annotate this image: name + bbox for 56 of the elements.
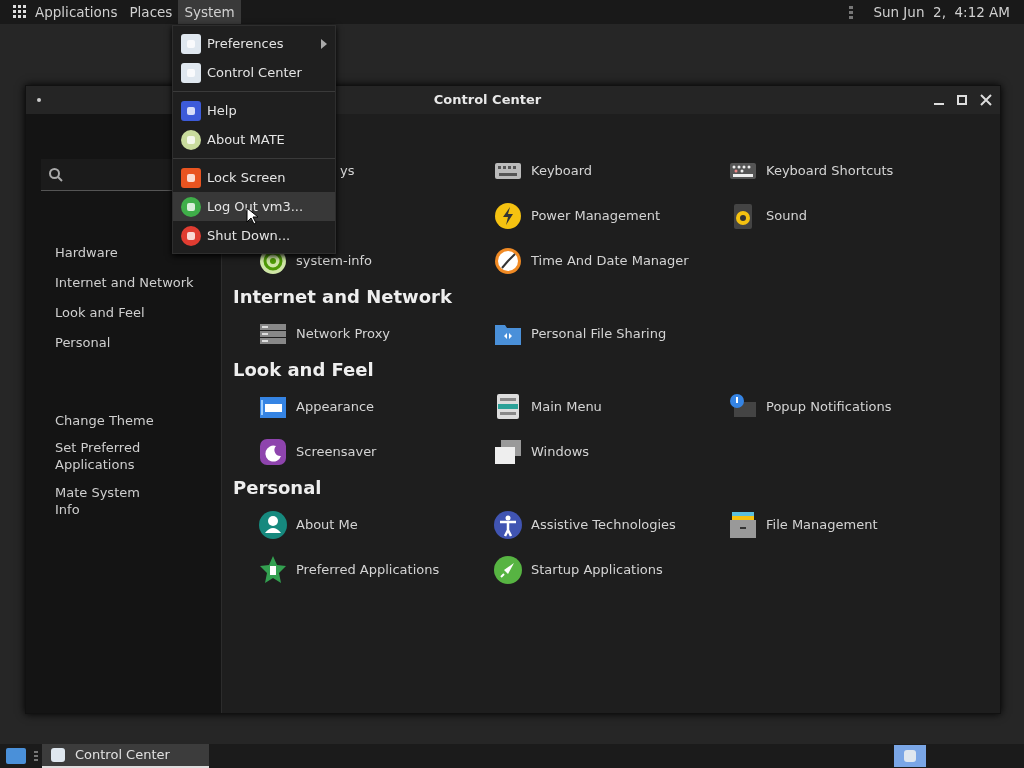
person-icon: [258, 509, 288, 540]
accessibility-icon: [493, 509, 523, 540]
panel-menu[interactable]: System: [178, 0, 241, 24]
sidebar-link[interactable]: Personal: [26, 334, 221, 352]
control-panel-item[interactable]: Sound: [728, 193, 963, 238]
control-panel-item[interactable]: Keyboard: [493, 148, 728, 193]
section-heading: Personal: [233, 476, 323, 500]
sidebar-link[interactable]: Look and Feel: [26, 304, 221, 322]
maximize-icon[interactable]: [957, 95, 967, 105]
taskbar-button[interactable]: Control Center: [42, 744, 209, 768]
control-panel-item[interactable]: Time And Date Manager: [493, 238, 728, 283]
star-icon: [258, 554, 288, 585]
sidebar-link[interactable]: Internet and Network: [26, 274, 221, 292]
control-panel-item[interactable]: Power Management: [493, 193, 728, 238]
lightning-icon: [493, 200, 523, 231]
control-panel-item[interactable]: Network Proxy: [258, 311, 493, 356]
file-cabinet-icon: [728, 509, 758, 540]
sidebar-action[interactable]: Set Preferred Applications: [26, 440, 166, 475]
clock[interactable]: Sun Jun 2, 4:12 AM: [867, 0, 1016, 24]
control-panel-item[interactable]: Preferred Applications: [258, 547, 493, 592]
clock-icon: [493, 245, 523, 276]
apps-grid-icon: [13, 5, 27, 19]
menu-item[interactable]: Preferences: [173, 29, 335, 58]
control-panel-item[interactable]: Personal File Sharing: [493, 311, 728, 356]
handle-icon: [849, 5, 854, 19]
search-icon: [49, 167, 63, 182]
menu-item[interactable]: About MATE: [173, 125, 335, 154]
menu-item[interactable]: Shut Down...: [173, 221, 335, 250]
sidebar-action[interactable]: Mate System Info: [26, 485, 166, 519]
control-panel-item[interactable]: Keyboard Shortcuts: [728, 148, 963, 193]
rocket-icon: [493, 554, 523, 585]
menu-item[interactable]: Control Center: [173, 58, 335, 87]
panel-menu[interactable]: Applications: [31, 0, 124, 24]
window-title: Control Center: [432, 91, 543, 110]
handle-icon: [34, 750, 38, 762]
control-panel-item[interactable]: Startup Applications: [493, 547, 728, 592]
control-panel-item[interactable]: File Management: [728, 502, 963, 547]
control-panel-item[interactable]: Windows: [493, 429, 728, 474]
control-panel-item[interactable]: Appearance: [258, 384, 493, 429]
sidebar-action[interactable]: Change Theme: [26, 412, 166, 430]
panel-menu[interactable]: Places: [123, 0, 179, 24]
menu-item[interactable]: Help: [173, 96, 335, 125]
control-panel-item[interactable]: Popup Notifications: [728, 384, 963, 429]
moon-icon: [258, 436, 288, 467]
close-icon[interactable]: [980, 94, 992, 106]
section-heading: Look and Feel: [233, 358, 375, 382]
show-desktop-icon: [6, 748, 26, 764]
control-panel-item[interactable]: About Me: [258, 502, 493, 547]
menu-item[interactable]: Log Out vm3...: [173, 192, 335, 221]
section-heading: Internet and Network: [233, 285, 453, 309]
window-menu-icon: [37, 98, 41, 102]
control-panel-item[interactable]: Main Menu: [493, 384, 728, 429]
menu-item[interactable]: Lock Screen: [173, 163, 335, 192]
workspace-switcher[interactable]: [894, 745, 926, 767]
control-panel-item[interactable]: Assistive Technologies: [493, 502, 728, 547]
control-panel-item[interactable]: Screensaver: [258, 429, 493, 474]
